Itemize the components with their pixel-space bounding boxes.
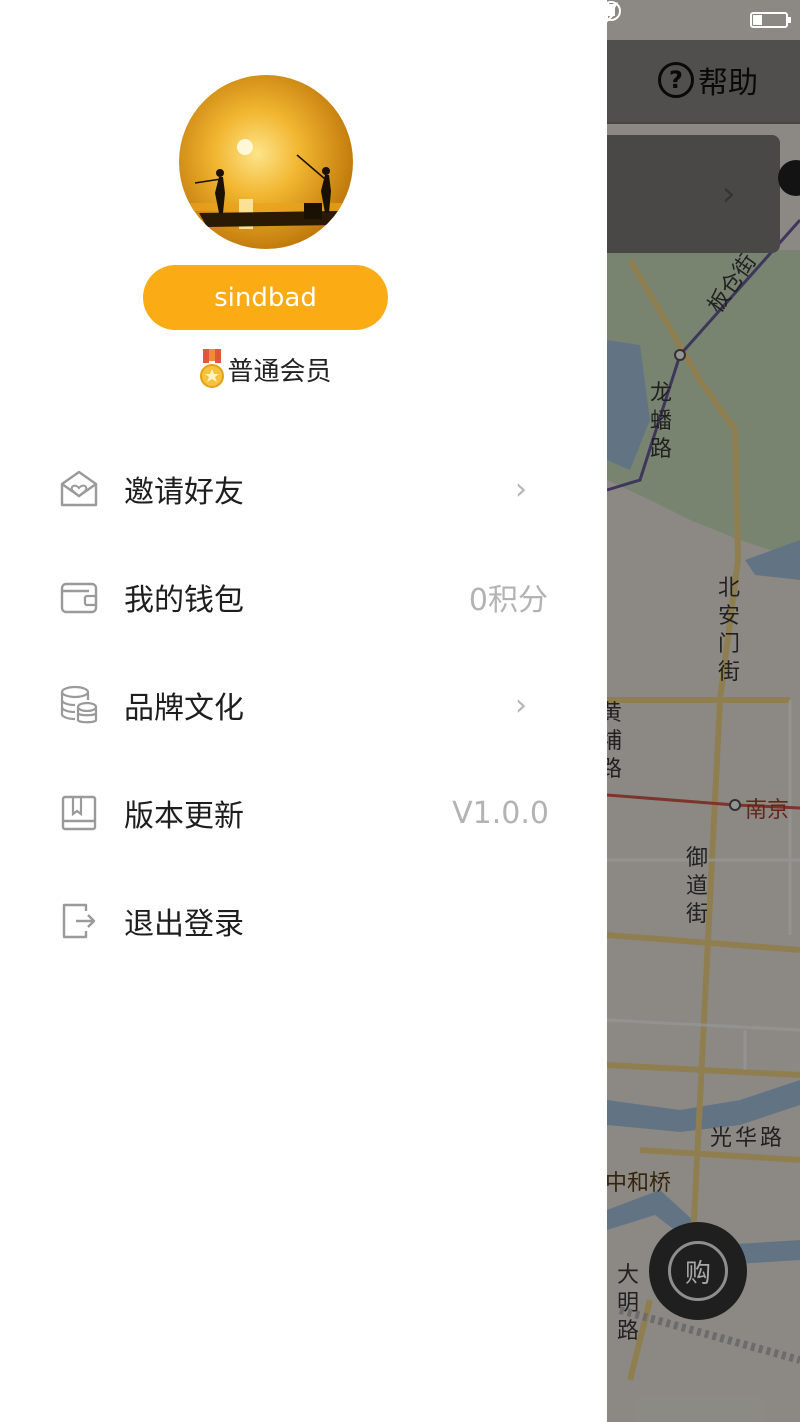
membership-label: 普通会员 [227, 356, 332, 387]
logout-icon [58, 900, 100, 942]
battery-icon [750, 12, 791, 28]
menu-item-logout[interactable]: 退出登录 [0, 867, 607, 975]
menu-label-logout: 退出登录 [124, 907, 244, 942]
username-button[interactable]: sindbad [143, 265, 388, 330]
version-value: V1.0.0 [452, 795, 549, 831]
buy-button-label: 购 [668, 1241, 728, 1301]
menu-item-invite[interactable]: 邀请好友 › [0, 435, 607, 543]
menu-label-brand-culture: 品牌文化 [124, 691, 244, 726]
menu-item-version-update[interactable]: 版本更新 V1.0.0 [0, 759, 607, 867]
menu-label-version-update: 版本更新 [124, 799, 244, 834]
avatar[interactable] [179, 75, 353, 249]
menu-item-brand-culture[interactable]: 品牌文化 › [0, 651, 607, 759]
status-bar [600, 0, 800, 40]
database-stack-icon [58, 684, 100, 726]
wallet-icon [58, 576, 100, 618]
chevron-right-icon: › [515, 471, 527, 507]
invite-envelope-icon [58, 468, 100, 510]
book-icon [58, 792, 100, 834]
wallet-points-value: 0积分 [468, 583, 548, 618]
buy-button[interactable]: 购 [649, 1222, 747, 1320]
menu-label-invite: 邀请好友 [124, 475, 244, 510]
medal-icon [200, 349, 225, 388]
chevron-right-icon: › [515, 687, 527, 723]
membership-badge: 普通会员 [0, 345, 531, 393]
side-drawer: sindbad 普通会员 邀请好友 › 我的钱包 0积分 品牌文化 › 版本更新… [0, 0, 607, 1422]
menu-label-wallet: 我的钱包 [124, 583, 244, 618]
menu-item-wallet[interactable]: 我的钱包 0积分 [0, 543, 607, 651]
